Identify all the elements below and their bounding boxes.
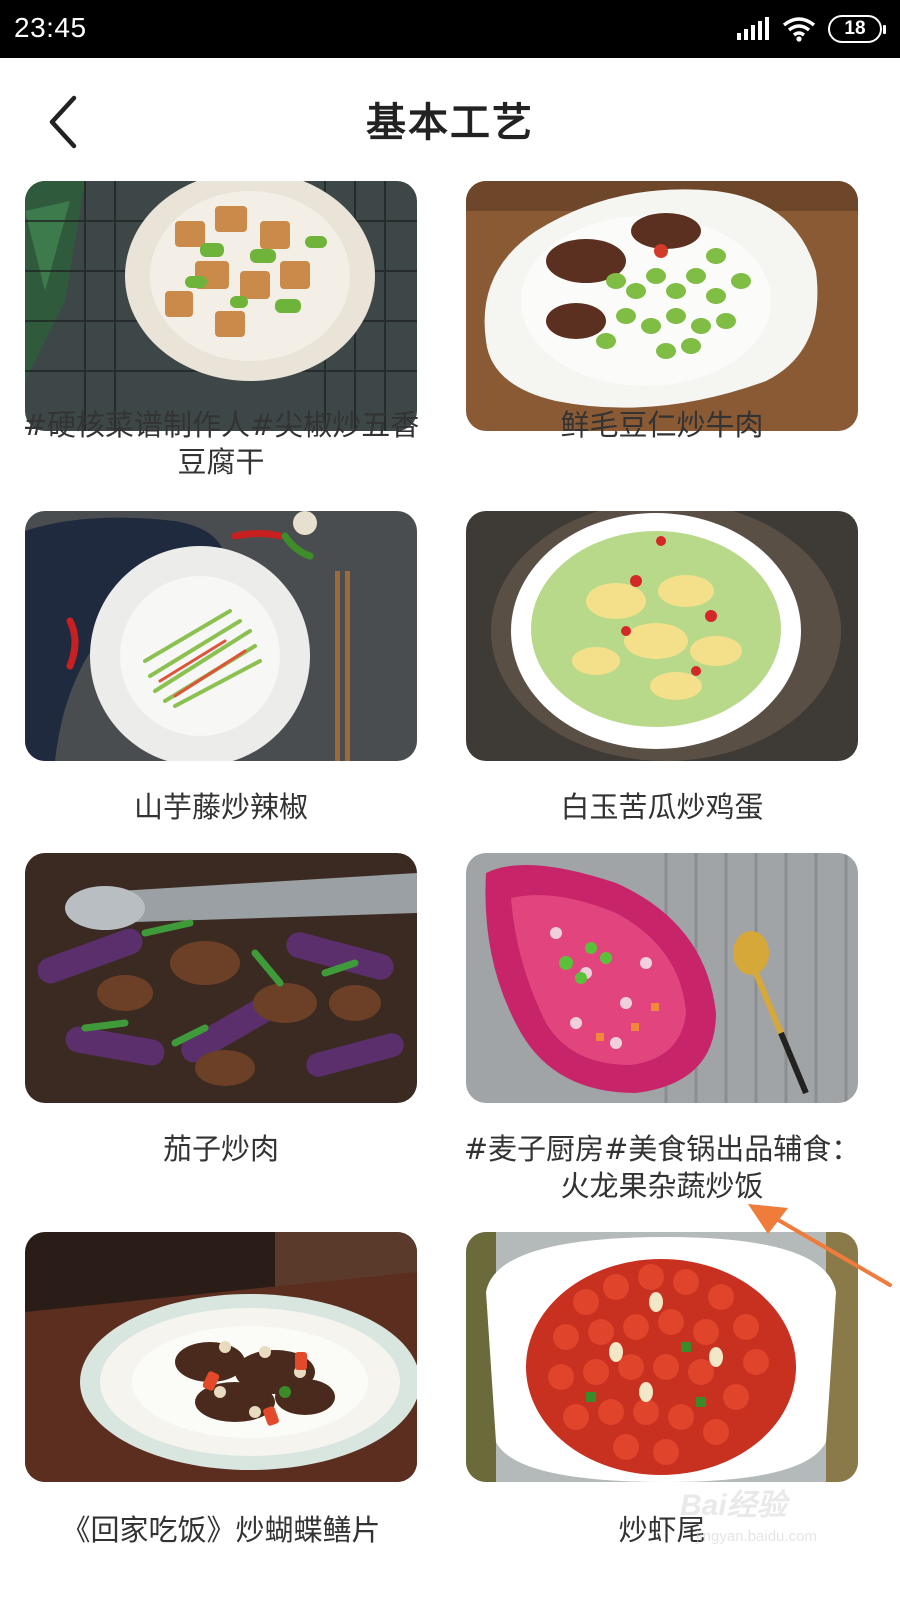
recipe-title[interactable]: 《回家吃饭》炒蝴蝶鳝片 (19, 1512, 423, 1549)
page-title: 基本工艺 (366, 100, 534, 146)
recipe-image[interactable] (466, 511, 858, 761)
status-time: 23:45 (14, 12, 87, 43)
recipe-image[interactable] (25, 181, 417, 431)
signal-icon (737, 17, 769, 40)
status-icons: 18 (736, 14, 886, 44)
watermark-url: jingyan.baidu.com (696, 1528, 817, 1545)
annotation-arrow-icon (748, 1204, 892, 1287)
recipe-title[interactable]: 茄子炒肉 (19, 1131, 423, 1168)
wifi-icon (782, 17, 816, 42)
recipe-title[interactable]: #麦子厨房#美食锅出品辅食：火龙果杂蔬炒饭 (460, 1131, 864, 1205)
recipe-title[interactable]: 白玉苦瓜炒鸡蛋 (460, 789, 864, 826)
header: 基本工艺 (0, 58, 900, 180)
battery-indicator: 18 (828, 15, 886, 43)
watermark: Bai经验 jingyan.baidu.com (660, 1470, 896, 1566)
battery-level: 18 (844, 18, 866, 39)
recipe-image[interactable] (466, 181, 858, 431)
recipe-image[interactable] (25, 1232, 417, 1482)
recipe-title[interactable]: 山芋藤炒辣椒 (19, 789, 423, 826)
recipe-image[interactable] (25, 511, 417, 761)
watermark-logo: Bai经验 (680, 1489, 787, 1522)
recipe-image[interactable] (25, 853, 417, 1103)
status-bar: 23:45 18 (0, 0, 900, 58)
recipe-title[interactable]: #硬核菜谱制作人#尖椒炒五香豆腐干 (19, 407, 423, 481)
recipe-title[interactable]: 鲜毛豆仁炒牛肉 (460, 407, 864, 444)
recipe-image[interactable] (466, 853, 858, 1103)
